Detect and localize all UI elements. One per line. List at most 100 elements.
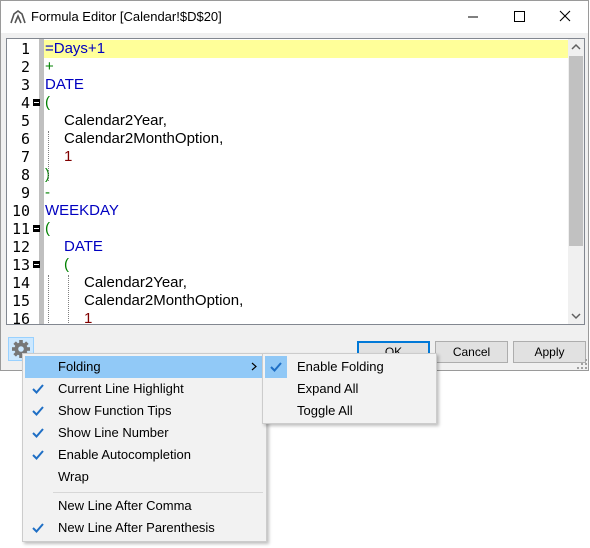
- menu-item-label: Enable Folding: [297, 359, 384, 374]
- code-text: (: [45, 94, 50, 111]
- scrollbar-thumb[interactable]: [569, 56, 583, 246]
- line-number: 8: [20, 166, 30, 184]
- code-line[interactable]: 2 +: [7, 58, 569, 76]
- maximize-button[interactable]: [496, 1, 542, 33]
- menu-item-current-line-highlight[interactable]: Current Line Highlight: [25, 378, 264, 400]
- line-number: 14: [11, 274, 30, 292]
- fold-toggle-icon[interactable]: [33, 225, 40, 232]
- code-line[interactable]: 12 DATE: [7, 238, 569, 256]
- minimize-button[interactable]: [450, 1, 496, 33]
- menu-item-toggle-all[interactable]: Toggle All: [265, 400, 434, 422]
- check-icon: [32, 384, 44, 394]
- cancel-button[interactable]: Cancel: [435, 341, 508, 363]
- line-number: 6: [20, 130, 30, 148]
- line-number: 1: [20, 40, 30, 58]
- code-line[interactable]: 9 -: [7, 184, 569, 202]
- line-number: 9: [20, 184, 30, 202]
- menu-item-show-function-tips[interactable]: Show Function Tips: [25, 400, 264, 422]
- menu-item-expand-all[interactable]: Expand All: [265, 378, 434, 400]
- maximize-icon: [514, 11, 525, 22]
- check-icon: [32, 450, 44, 460]
- menu-item-wrap[interactable]: Wrap: [25, 466, 264, 488]
- folding-submenu: Enable Folding Expand All Toggle All: [262, 353, 437, 424]
- scroll-up-icon[interactable]: [571, 42, 581, 52]
- close-button[interactable]: [542, 1, 588, 33]
- code-text: +: [45, 58, 54, 75]
- check-icon: [270, 362, 282, 372]
- code-line[interactable]: 4 (: [7, 94, 569, 112]
- menu-separator: [53, 492, 263, 493]
- menu-item-show-line-number[interactable]: Show Line Number: [25, 422, 264, 444]
- code-line[interactable]: 10 WEEKDAY: [7, 202, 569, 220]
- menu-item-label: Show Function Tips: [58, 403, 172, 418]
- menu-item-label: Toggle All: [297, 403, 353, 418]
- code-text: 1: [64, 148, 73, 165]
- indent-guide: [48, 131, 49, 181]
- line-number: 2: [20, 58, 30, 76]
- check-icon: [32, 523, 44, 533]
- line-number: 13: [11, 256, 30, 274]
- menu-item-label: Show Line Number: [58, 425, 169, 440]
- scroll-down-icon[interactable]: [571, 311, 581, 321]
- menu-item-label: Folding: [58, 359, 101, 374]
- minimize-icon: [468, 16, 478, 18]
- title-bar[interactable]: Formula Editor [Calendar!$D$20]: [1, 1, 588, 33]
- app-icon: [10, 10, 26, 24]
- check-icon: [32, 406, 44, 416]
- vertical-scrollbar[interactable]: [568, 39, 584, 324]
- line-number: 12: [11, 238, 30, 256]
- menu-item-label: New Line After Parenthesis: [58, 520, 215, 535]
- submenu-arrow-icon: [251, 362, 257, 371]
- menu-item-new-line-after-parenthesis[interactable]: New Line After Parenthesis: [25, 517, 264, 539]
- window-title: Formula Editor [Calendar!$D$20]: [31, 9, 222, 24]
- code-text: Calendar2MonthOption,: [84, 292, 244, 309]
- code-line[interactable]: 8 ): [7, 166, 569, 184]
- code-lines: 1 =Days+1 2 + 3 DATE 4 ( 5 Calendar2Year…: [7, 40, 569, 325]
- line-number: 11: [11, 220, 30, 238]
- code-text: Calendar2Year,: [64, 112, 167, 129]
- code-line[interactable]: 3 DATE: [7, 76, 569, 94]
- menu-item-label: Enable Autocompletion: [58, 447, 191, 462]
- formula-editor-window: Formula Editor [Calendar!$D$20] 1 =Days+…: [0, 0, 589, 371]
- resize-grip-icon[interactable]: [576, 358, 588, 370]
- code-text: Calendar2MonthOption,: [64, 130, 224, 147]
- code-line[interactable]: 1 =Days+1: [7, 40, 569, 58]
- code-text: =Days+1: [44, 40, 569, 58]
- line-number: 5: [20, 112, 30, 130]
- code-text: WEEKDAY: [45, 202, 119, 219]
- menu-item-label: Expand All: [297, 381, 359, 396]
- code-text: ): [45, 166, 50, 183]
- code-text: Calendar2Year,: [84, 274, 187, 291]
- settings-menu: Folding Current Line Highlight Show Func…: [22, 353, 267, 542]
- code-text: (: [64, 256, 69, 273]
- close-icon: [559, 10, 571, 22]
- line-number: 15: [11, 292, 30, 310]
- code-text: -: [45, 184, 50, 201]
- code-line[interactable]: 7 1: [7, 148, 569, 166]
- fold-toggle-icon[interactable]: [33, 99, 40, 106]
- code-line[interactable]: 14 Calendar2Year,: [7, 274, 569, 292]
- code-line[interactable]: 6 Calendar2MonthOption,: [7, 130, 569, 148]
- menu-item-new-line-after-comma[interactable]: New Line After Comma: [25, 495, 264, 517]
- code-line[interactable]: 13 (: [7, 256, 569, 274]
- line-number: 4: [20, 94, 30, 112]
- code-line[interactable]: 5 Calendar2Year,: [7, 112, 569, 130]
- check-icon: [32, 428, 44, 438]
- indent-guide: [48, 275, 49, 324]
- line-number: 3: [20, 76, 30, 94]
- menu-item-label: New Line After Comma: [58, 498, 192, 513]
- menu-item-label: Current Line Highlight: [58, 381, 184, 396]
- indent-guide: [68, 275, 69, 324]
- code-text: DATE: [45, 76, 84, 93]
- line-number: 10: [11, 202, 30, 220]
- code-line[interactable]: 16 1: [7, 310, 569, 325]
- code-text: DATE: [64, 238, 103, 255]
- menu-item-enable-folding[interactable]: Enable Folding: [265, 356, 434, 378]
- code-line[interactable]: 15 Calendar2MonthOption,: [7, 292, 569, 310]
- fold-toggle-icon[interactable]: [33, 261, 40, 268]
- formula-editor[interactable]: 1 =Days+1 2 + 3 DATE 4 ( 5 Calendar2Year…: [6, 38, 585, 325]
- menu-item-enable-autocompletion[interactable]: Enable Autocompletion: [25, 444, 264, 466]
- line-number: 16: [11, 310, 30, 325]
- menu-item-folding[interactable]: Folding: [25, 356, 264, 378]
- code-line[interactable]: 11 (: [7, 220, 569, 238]
